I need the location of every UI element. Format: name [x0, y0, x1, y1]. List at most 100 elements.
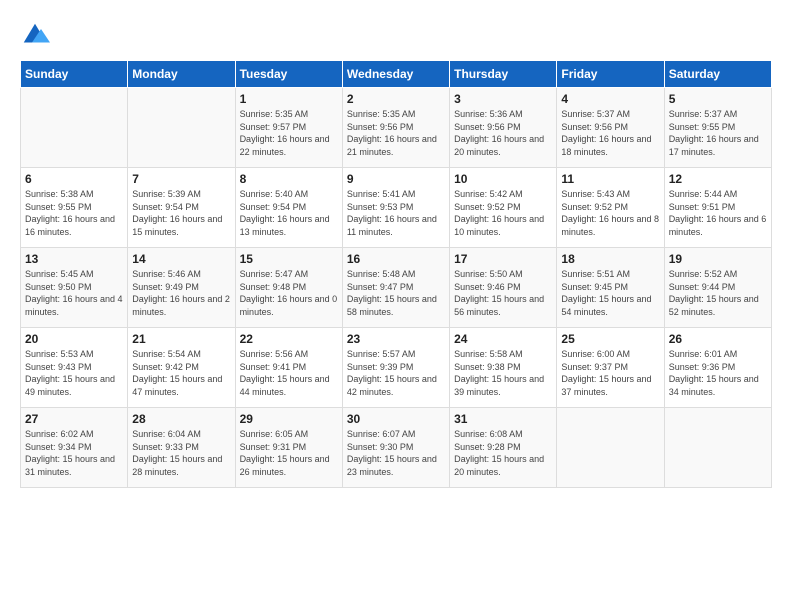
logo: [20, 20, 54, 50]
day-info: Sunrise: 5:39 AMSunset: 9:54 PMDaylight:…: [132, 188, 230, 238]
calendar-cell: 28 Sunrise: 6:04 AMSunset: 9:33 PMDayligh…: [128, 408, 235, 488]
calendar-cell: 11 Sunrise: 5:43 AMSunset: 9:52 PMDayligh…: [557, 168, 664, 248]
calendar-cell: 12Sunrise: 5:44 AMSunset: 9:51 PMDayligh…: [664, 168, 771, 248]
day-info: Sunrise: 5:41 AMSunset: 9:53 PMDaylight:…: [347, 188, 445, 238]
calendar-cell: 22 Sunrise: 5:56 AMSunset: 9:41 PMDayligh…: [235, 328, 342, 408]
day-number: 11: [561, 172, 659, 186]
calendar-cell: 7 Sunrise: 5:39 AMSunset: 9:54 PMDaylight…: [128, 168, 235, 248]
day-number: 8: [240, 172, 338, 186]
day-info: Sunrise: 6:01 AMSunset: 9:36 PMDaylight:…: [669, 348, 767, 398]
calendar-cell: 23Sunrise: 5:57 AMSunset: 9:39 PMDayligh…: [342, 328, 449, 408]
calendar-cell: 25Sunrise: 6:00 AMSunset: 9:37 PMDayligh…: [557, 328, 664, 408]
calendar-cell: 29Sunrise: 6:05 AMSunset: 9:31 PMDayligh…: [235, 408, 342, 488]
day-number: 14: [132, 252, 230, 266]
day-info: Sunrise: 5:42 AMSunset: 9:52 PMDaylight:…: [454, 188, 552, 238]
day-info: Sunrise: 5:56 AMSunset: 9:41 PMDaylight:…: [240, 348, 338, 398]
day-info: Sunrise: 5:47 AMSunset: 9:48 PMDaylight:…: [240, 268, 338, 318]
day-header-tuesday: Tuesday: [235, 61, 342, 88]
day-number: 24: [454, 332, 552, 346]
page-header: [20, 20, 772, 50]
calendar-cell: 17 Sunrise: 5:50 AMSunset: 9:46 PMDayligh…: [450, 248, 557, 328]
calendar-cell: [557, 408, 664, 488]
calendar-cell: [21, 88, 128, 168]
day-info: Sunrise: 6:02 AMSunset: 9:34 PMDaylight:…: [25, 428, 123, 478]
day-number: 1: [240, 92, 338, 106]
calendar-week-1: 1 Sunrise: 5:35 AMSunset: 9:57 PMDaylight…: [21, 88, 772, 168]
calendar-cell: 21Sunrise: 5:54 AMSunset: 9:42 PMDayligh…: [128, 328, 235, 408]
day-info: Sunrise: 5:54 AMSunset: 9:42 PMDaylight:…: [132, 348, 230, 398]
day-number: 20: [25, 332, 123, 346]
calendar-cell: 19 Sunrise: 5:52 AMSunset: 9:44 PMDayligh…: [664, 248, 771, 328]
calendar-table: SundayMondayTuesdayWednesdayThursdayFrid…: [20, 60, 772, 488]
day-number: 2: [347, 92, 445, 106]
day-number: 16: [347, 252, 445, 266]
day-number: 27: [25, 412, 123, 426]
day-header-monday: Monday: [128, 61, 235, 88]
day-info: Sunrise: 5:36 AMSunset: 9:56 PMDaylight:…: [454, 108, 552, 158]
day-info: Sunrise: 5:48 AMSunset: 9:47 PMDaylight:…: [347, 268, 445, 318]
day-info: Sunrise: 5:52 AMSunset: 9:44 PMDaylight:…: [669, 268, 767, 318]
day-info: Sunrise: 5:46 AMSunset: 9:49 PMDaylight:…: [132, 268, 230, 318]
day-number: 3: [454, 92, 552, 106]
day-info: Sunrise: 5:57 AMSunset: 9:39 PMDaylight:…: [347, 348, 445, 398]
day-number: 29: [240, 412, 338, 426]
calendar-cell: [128, 88, 235, 168]
day-number: 31: [454, 412, 552, 426]
day-info: Sunrise: 6:00 AMSunset: 9:37 PMDaylight:…: [561, 348, 659, 398]
day-number: 7: [132, 172, 230, 186]
calendar-cell: 16 Sunrise: 5:48 AMSunset: 9:47 PMDayligh…: [342, 248, 449, 328]
day-header-saturday: Saturday: [664, 61, 771, 88]
calendar-cell: 18 Sunrise: 5:51 AMSunset: 9:45 PMDayligh…: [557, 248, 664, 328]
day-number: 22: [240, 332, 338, 346]
day-info: Sunrise: 5:35 AMSunset: 9:57 PMDaylight:…: [240, 108, 338, 158]
calendar-cell: 24 Sunrise: 5:58 AMSunset: 9:38 PMDayligh…: [450, 328, 557, 408]
day-info: Sunrise: 6:07 AMSunset: 9:30 PMDaylight:…: [347, 428, 445, 478]
calendar-cell: 8Sunrise: 5:40 AMSunset: 9:54 PMDaylight…: [235, 168, 342, 248]
day-info: Sunrise: 5:38 AMSunset: 9:55 PMDaylight:…: [25, 188, 123, 238]
day-info: Sunrise: 5:58 AMSunset: 9:38 PMDaylight:…: [454, 348, 552, 398]
calendar-cell: 31 Sunrise: 6:08 AMSunset: 9:28 PMDayligh…: [450, 408, 557, 488]
day-info: Sunrise: 5:53 AMSunset: 9:43 PMDaylight:…: [25, 348, 123, 398]
calendar-cell: 20 Sunrise: 5:53 AMSunset: 9:43 PMDayligh…: [21, 328, 128, 408]
day-info: Sunrise: 5:50 AMSunset: 9:46 PMDaylight:…: [454, 268, 552, 318]
day-header-wednesday: Wednesday: [342, 61, 449, 88]
day-number: 17: [454, 252, 552, 266]
logo-icon: [20, 20, 50, 50]
day-number: 9: [347, 172, 445, 186]
day-info: Sunrise: 6:08 AMSunset: 9:28 PMDaylight:…: [454, 428, 552, 478]
day-number: 13: [25, 252, 123, 266]
day-info: Sunrise: 5:37 AMSunset: 9:56 PMDaylight:…: [561, 108, 659, 158]
calendar-cell: 2 Sunrise: 5:35 AMSunset: 9:56 PMDaylight…: [342, 88, 449, 168]
day-number: 30: [347, 412, 445, 426]
day-info: Sunrise: 5:43 AMSunset: 9:52 PMDaylight:…: [561, 188, 659, 238]
calendar-cell: 10 Sunrise: 5:42 AMSunset: 9:52 PMDayligh…: [450, 168, 557, 248]
calendar-header-row: SundayMondayTuesdayWednesdayThursdayFrid…: [21, 61, 772, 88]
day-header-sunday: Sunday: [21, 61, 128, 88]
calendar-cell: 27 Sunrise: 6:02 AMSunset: 9:34 PMDayligh…: [21, 408, 128, 488]
calendar-cell: 30 Sunrise: 6:07 AMSunset: 9:30 PMDayligh…: [342, 408, 449, 488]
calendar-week-2: 6 Sunrise: 5:38 AMSunset: 9:55 PMDaylight…: [21, 168, 772, 248]
day-number: 15: [240, 252, 338, 266]
calendar-cell: 26 Sunrise: 6:01 AMSunset: 9:36 PMDayligh…: [664, 328, 771, 408]
day-info: Sunrise: 5:37 AMSunset: 9:55 PMDaylight:…: [669, 108, 767, 158]
day-info: Sunrise: 5:35 AMSunset: 9:56 PMDaylight:…: [347, 108, 445, 158]
day-number: 26: [669, 332, 767, 346]
day-number: 28: [132, 412, 230, 426]
calendar-cell: 14 Sunrise: 5:46 AMSunset: 9:49 PMDayligh…: [128, 248, 235, 328]
day-number: 10: [454, 172, 552, 186]
day-number: 12: [669, 172, 767, 186]
day-info: Sunrise: 6:04 AMSunset: 9:33 PMDaylight:…: [132, 428, 230, 478]
calendar-cell: 3 Sunrise: 5:36 AMSunset: 9:56 PMDaylight…: [450, 88, 557, 168]
day-number: 19: [669, 252, 767, 266]
calendar-cell: 9 Sunrise: 5:41 AMSunset: 9:53 PMDaylight…: [342, 168, 449, 248]
day-number: 6: [25, 172, 123, 186]
calendar-cell: 15 Sunrise: 5:47 AMSunset: 9:48 PMDayligh…: [235, 248, 342, 328]
day-number: 18: [561, 252, 659, 266]
day-number: 4: [561, 92, 659, 106]
day-info: Sunrise: 5:51 AMSunset: 9:45 PMDaylight:…: [561, 268, 659, 318]
day-header-friday: Friday: [557, 61, 664, 88]
calendar-cell: 6 Sunrise: 5:38 AMSunset: 9:55 PMDaylight…: [21, 168, 128, 248]
calendar-week-3: 13Sunrise: 5:45 AMSunset: 9:50 PMDayligh…: [21, 248, 772, 328]
calendar-cell: [664, 408, 771, 488]
day-header-thursday: Thursday: [450, 61, 557, 88]
